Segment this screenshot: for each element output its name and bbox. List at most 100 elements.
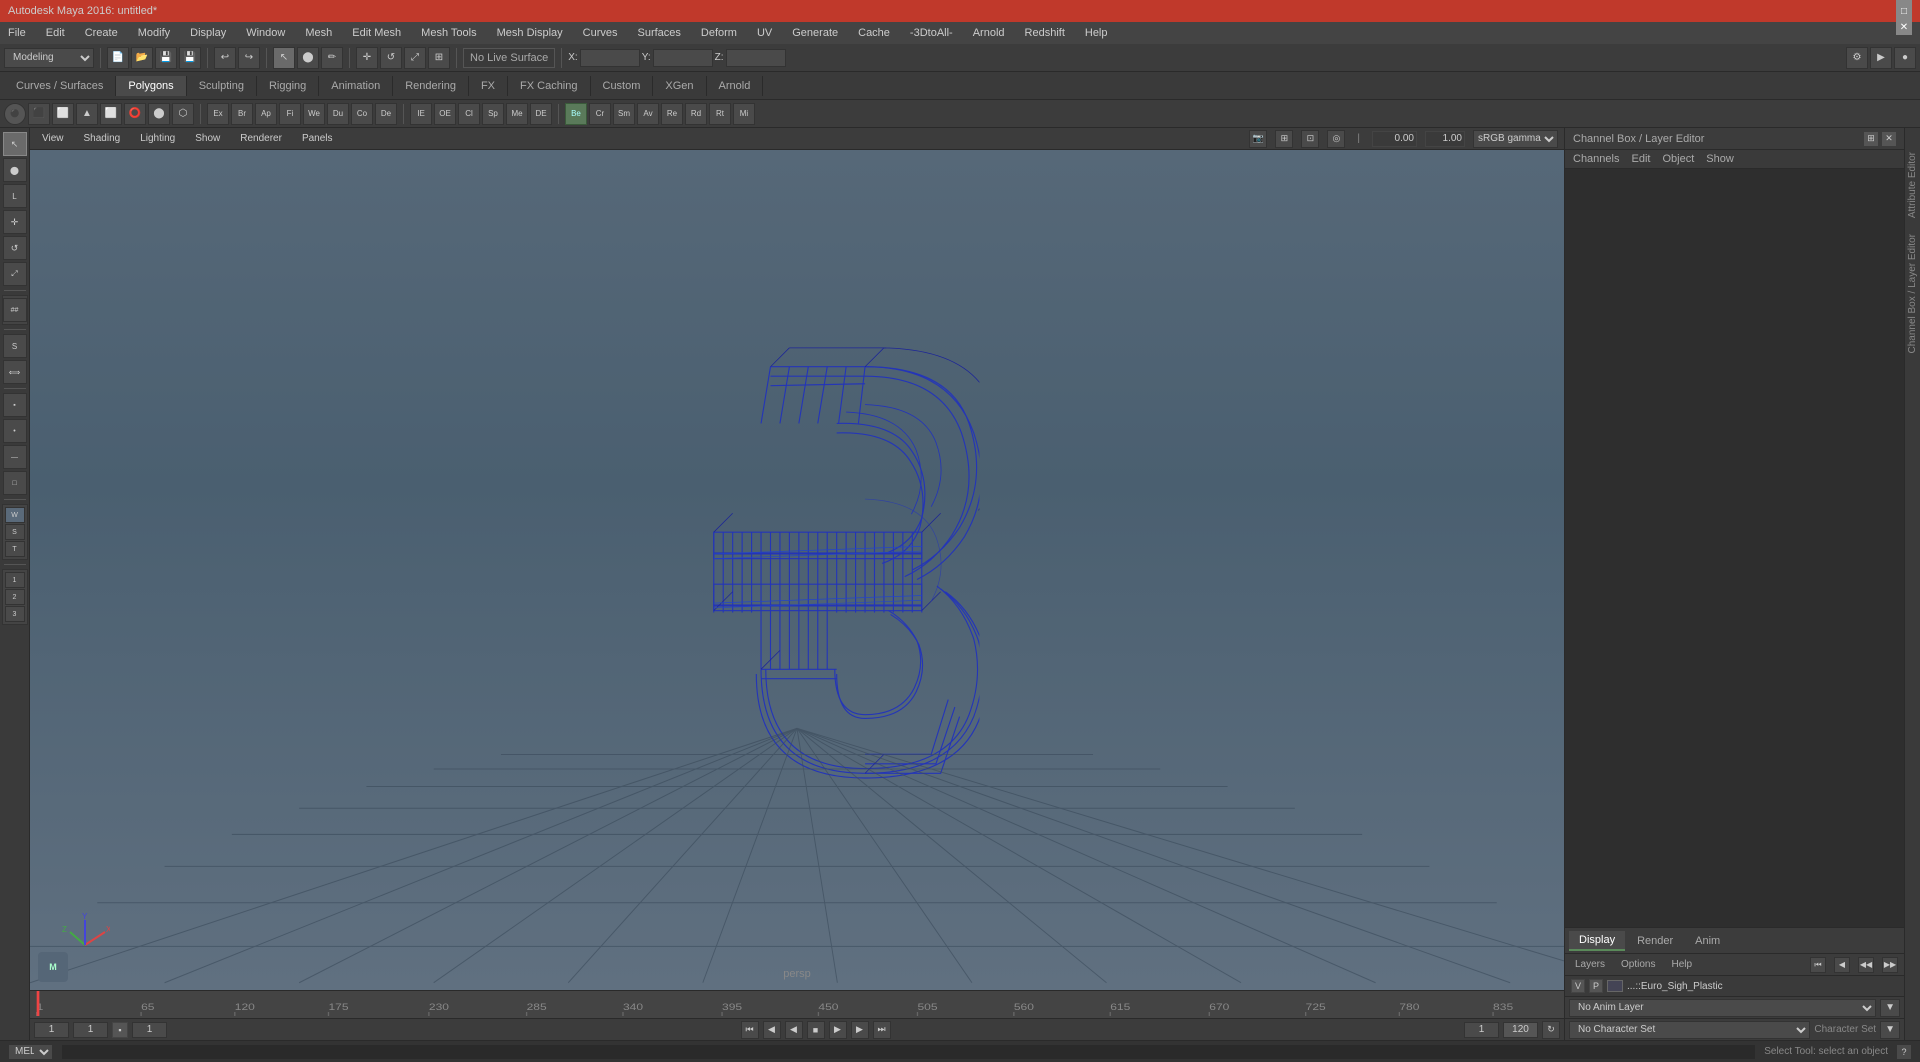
select-tool-btn[interactable]: ↖ [3, 132, 27, 156]
anim-layer-btn[interactable]: ▼ [1880, 999, 1900, 1017]
poly-cylinder-btn[interactable]: ⬜ [52, 103, 74, 125]
poly-torus-btn[interactable]: ⭕ [124, 103, 146, 125]
mode-dropdown[interactable]: Modeling [4, 48, 94, 68]
collapse-btn[interactable]: Cl [458, 103, 480, 125]
poly-cone-btn[interactable]: ▲ [76, 103, 98, 125]
x-input[interactable] [580, 49, 640, 67]
render-settings-btn[interactable]: ⚙ [1846, 47, 1868, 69]
help-menu[interactable]: Help [1667, 958, 1696, 971]
channels-tab[interactable]: Channels [1573, 153, 1619, 165]
menu-help[interactable]: Help [1081, 25, 1112, 41]
smooth-btn[interactable]: Sm [613, 103, 635, 125]
show-menu[interactable]: Show [189, 132, 226, 145]
menu-uv[interactable]: UV [753, 25, 776, 41]
menu-display[interactable]: Display [186, 25, 230, 41]
tab-fx-caching[interactable]: FX Caching [508, 76, 590, 96]
poly-disk-btn[interactable]: ⬤ [148, 103, 170, 125]
ipr-btn[interactable]: ● [1894, 47, 1916, 69]
rotate-tool-btn[interactable]: ↺ [3, 236, 27, 260]
step-fwd-btn[interactable]: ▶ [851, 1021, 869, 1039]
anim-tab[interactable]: Anim [1685, 932, 1730, 950]
offset-edge-btn[interactable]: OE [434, 103, 456, 125]
move-tool-btn[interactable]: ✛ [3, 210, 27, 234]
timeline-ruler[interactable]: 1 65 120 175 230 285 340 395 450 [30, 990, 1564, 1018]
char-set-select[interactable]: No Character Set [1569, 1021, 1810, 1039]
menu-cache[interactable]: Cache [854, 25, 894, 41]
isolate-btn[interactable]: ◎ [1327, 130, 1345, 148]
vertex-select-btn[interactable]: • [3, 419, 27, 443]
loop-btn[interactable]: ↻ [1542, 1021, 1560, 1039]
gamma-input[interactable] [1425, 131, 1465, 147]
poly-cube-btn[interactable]: ⬛ [28, 103, 50, 125]
menu-deform[interactable]: Deform [697, 25, 741, 41]
snap-grid-btn[interactable]: ## [3, 298, 27, 322]
layer-play-fwd-btn[interactable]: ▶▶ [1882, 957, 1898, 973]
wireframe-btn[interactable]: W [5, 507, 25, 523]
exposure-input[interactable] [1372, 131, 1417, 147]
rotate-btn[interactable]: ↺ [380, 47, 402, 69]
bridge-btn[interactable]: Br [231, 103, 253, 125]
lasso-btn[interactable]: ⬤ [297, 47, 319, 69]
close-button[interactable]: ✕ [1896, 19, 1912, 35]
jump-start-btn[interactable]: ⏮ [741, 1021, 759, 1039]
menu-edit-mesh[interactable]: Edit Mesh [348, 25, 405, 41]
undo-btn[interactable]: ↩ [214, 47, 236, 69]
menu-mesh-display[interactable]: Mesh Display [493, 25, 567, 41]
delete-edge-btn[interactable]: DE [530, 103, 552, 125]
play-fwd-btn[interactable]: ▶ [829, 1021, 847, 1039]
anim-layer-select[interactable]: No Anim Layer [1569, 999, 1876, 1017]
menu-curves[interactable]: Curves [579, 25, 622, 41]
relax-btn[interactable]: Re [661, 103, 683, 125]
menu-arnold[interactable]: Arnold [969, 25, 1009, 41]
camera-btn[interactable]: 📷 [1249, 130, 1267, 148]
duplicate-face-btn[interactable]: Du [327, 103, 349, 125]
save-btn[interactable]: 💾 [155, 47, 177, 69]
new-file-btn[interactable]: 📄 [107, 47, 129, 69]
resolution-btn[interactable]: ⊡ [1301, 130, 1319, 148]
edge-select-btn[interactable]: — [3, 445, 27, 469]
menu-redshift[interactable]: Redshift [1021, 25, 1069, 41]
extrude-btn[interactable]: Ex [207, 103, 229, 125]
split-btn[interactable]: Sp [482, 103, 504, 125]
menu-3dto[interactable]: -3DtoAll- [906, 25, 957, 41]
shading-menu[interactable]: Shading [78, 132, 127, 145]
detach-btn[interactable]: De [375, 103, 397, 125]
tab-sculpting[interactable]: Sculpting [187, 76, 257, 96]
render-med-btn[interactable]: 2 [5, 589, 25, 605]
merge-btn[interactable]: Me [506, 103, 528, 125]
tab-polygons[interactable]: Polygons [116, 76, 186, 96]
viewport[interactable]: X Z Y M persp [30, 150, 1564, 990]
lighting-menu[interactable]: Lighting [134, 132, 181, 145]
tab-curves-surfaces[interactable]: Curves / Surfaces [4, 76, 116, 96]
transform-btn[interactable]: ⊞ [428, 47, 450, 69]
edit-tab[interactable]: Edit [1631, 153, 1650, 165]
tab-custom[interactable]: Custom [591, 76, 654, 96]
select-btn[interactable]: ↖ [273, 47, 295, 69]
paint-select-btn[interactable]: ⬤ [3, 158, 27, 182]
symmetry-btn[interactable]: ⟺ [3, 360, 27, 384]
script-type-select[interactable]: MEL [8, 1044, 53, 1060]
menu-generate[interactable]: Generate [788, 25, 842, 41]
current-frame-input[interactable] [34, 1022, 69, 1038]
menu-mesh[interactable]: Mesh [301, 25, 336, 41]
menu-window[interactable]: Window [242, 25, 289, 41]
command-input[interactable] [61, 1044, 1756, 1060]
render-btn[interactable]: ▶ [1870, 47, 1892, 69]
menu-modify[interactable]: Modify [134, 25, 174, 41]
paint-btn[interactable]: ✏ [321, 47, 343, 69]
show-tab[interactable]: Show [1706, 153, 1734, 165]
menu-edit[interactable]: Edit [42, 25, 69, 41]
renderer-menu[interactable]: Renderer [234, 132, 288, 145]
stop-btn[interactable]: ■ [807, 1021, 825, 1039]
scale-btn[interactable]: ⤢ [404, 47, 426, 69]
color-space-select[interactable]: sRGB gamma [1473, 130, 1558, 148]
options-menu[interactable]: Options [1617, 958, 1659, 971]
view-menu[interactable]: View [36, 132, 70, 145]
tab-rigging[interactable]: Rigging [257, 76, 319, 96]
menu-create[interactable]: Create [81, 25, 122, 41]
menu-mesh-tools[interactable]: Mesh Tools [417, 25, 480, 41]
average-btn[interactable]: Av [637, 103, 659, 125]
jump-end-btn[interactable]: ⏭ [873, 1021, 891, 1039]
layers-menu[interactable]: Layers [1571, 958, 1609, 971]
float-panel-btn[interactable]: ⊞ [1864, 132, 1878, 146]
